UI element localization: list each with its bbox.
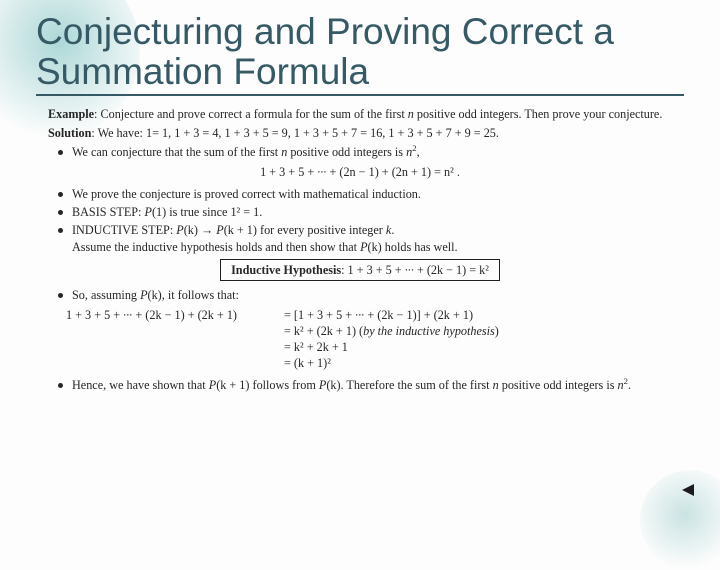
hypothesis-label: Inductive Hypothesis — [231, 263, 341, 277]
bullet-assume: So, assuming P(k), it follows that: — [58, 287, 684, 303]
example-line: Example: Conjecture and prove correct a … — [48, 106, 684, 122]
bullet-prove: We prove the conjecture is proved correc… — [58, 186, 684, 202]
bullet-basis: BASIS STEP: P(1) is true since 1² = 1. — [58, 204, 684, 220]
equation-conjecture: 1 + 3 + 5 + ∙∙∙ + (2n − 1) + (2n + 1) = … — [36, 164, 684, 180]
bullet-inductive: INDUCTIVE STEP: P(k) → P(k + 1) for ever… — [58, 222, 684, 254]
solution-line: Solution: We have: 1= 1, 1 + 3 = 4, 1 + … — [48, 125, 684, 141]
bullet-conclusion: Hence, we have shown that P(k + 1) follo… — [58, 377, 684, 393]
example-label: Example — [48, 107, 94, 121]
decor-circle-bottom — [640, 470, 720, 570]
solution-label: Solution — [48, 126, 91, 140]
inductive-hypothesis-box: Inductive Hypothesis: 1 + 3 + 5 + ∙∙∙ + … — [36, 259, 684, 281]
derivation-block: 1 + 3 + 5 + ∙∙∙ + (2k − 1) + (2k + 1) = … — [66, 307, 684, 371]
bullet-conjecture: We can conjecture that the sum of the fi… — [58, 144, 684, 160]
slide-title: Conjecturing and Proving Correct a Summa… — [36, 12, 684, 96]
end-of-proof-icon — [682, 484, 694, 496]
slide-body: Example: Conjecture and prove correct a … — [36, 106, 684, 393]
slide: Conjecturing and Proving Correct a Summa… — [0, 0, 720, 417]
